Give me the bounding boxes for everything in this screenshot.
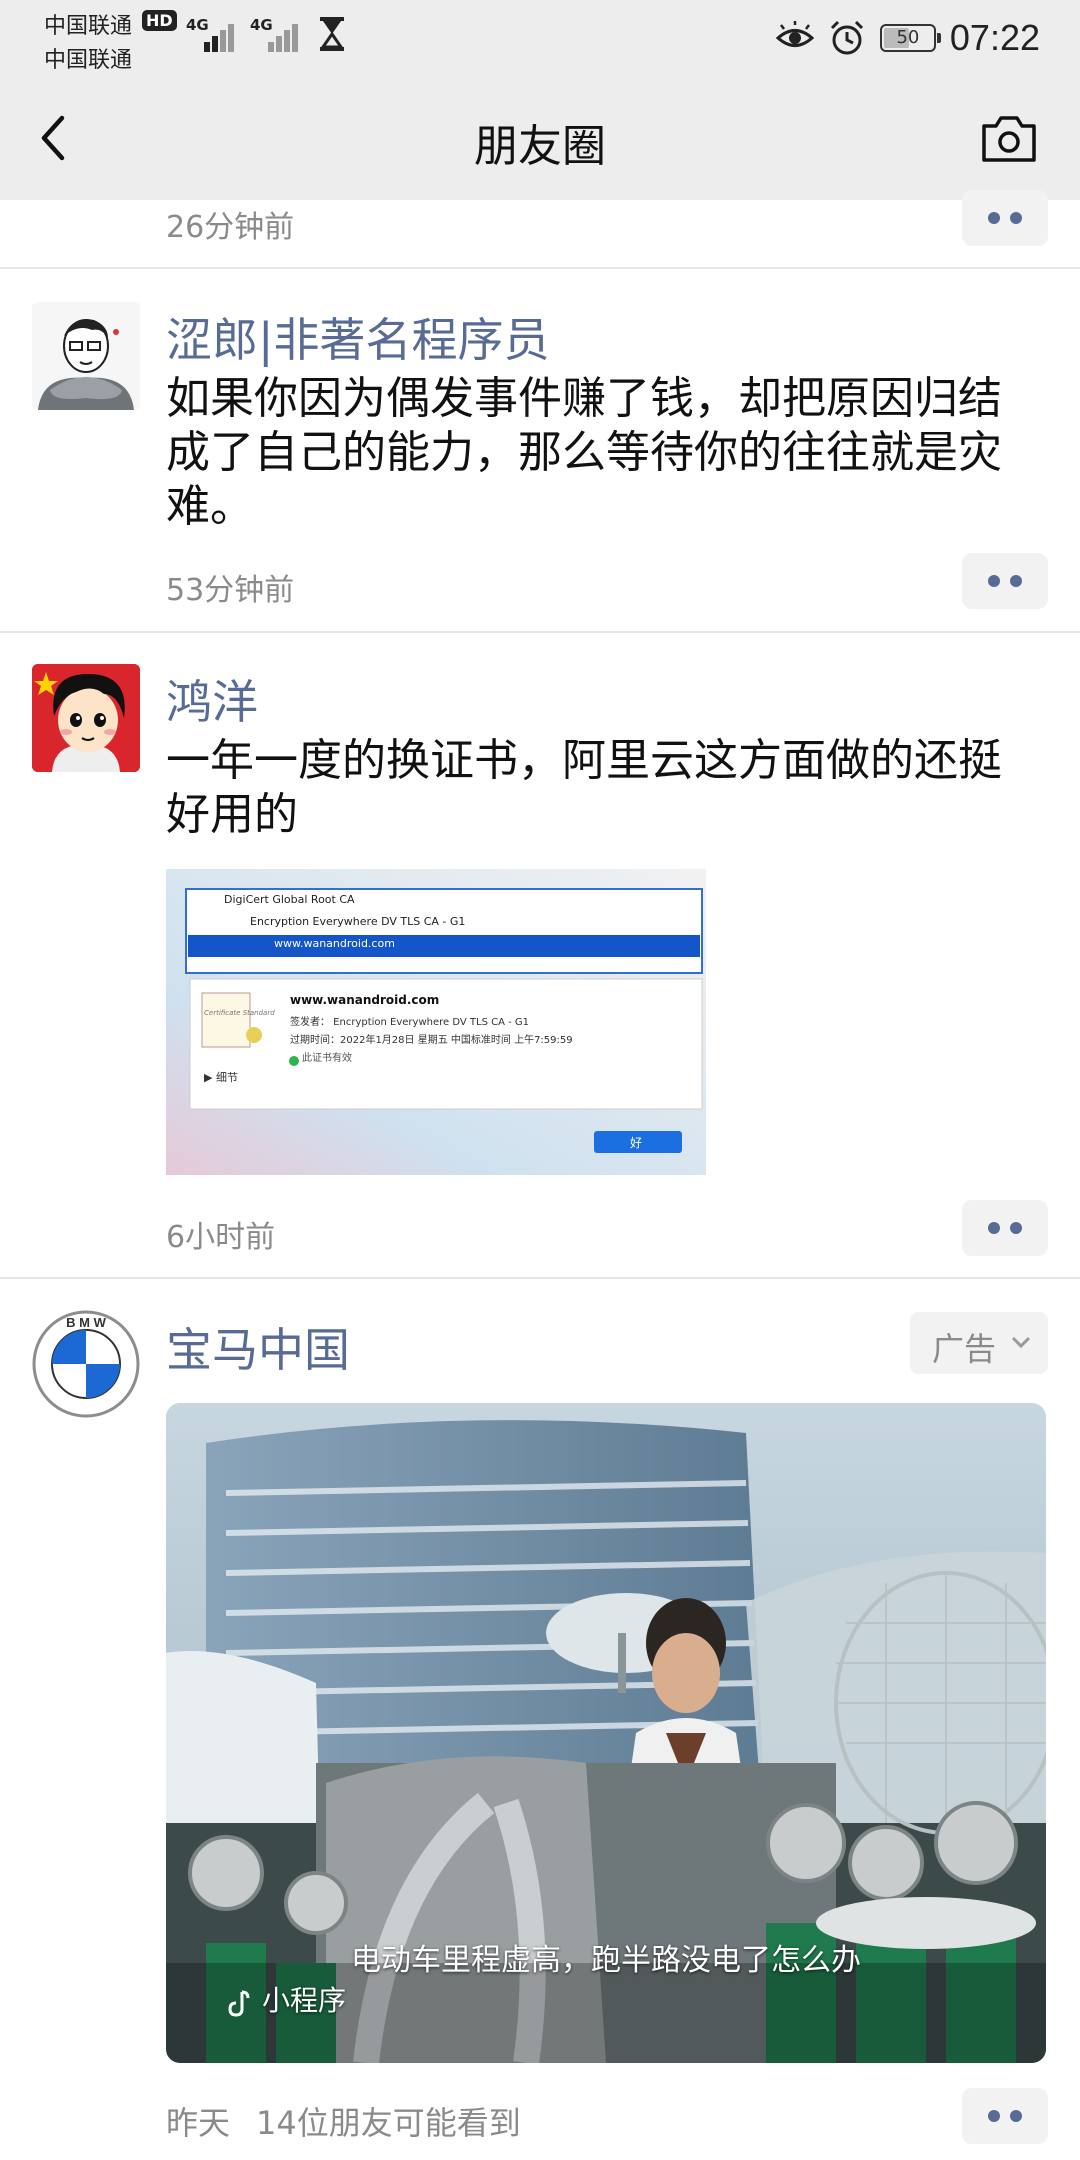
- cert-root: DigiCert Global Root CA: [224, 893, 355, 906]
- avatar-cartoon-icon: [32, 302, 140, 410]
- cert-details: ▶ 细节: [204, 1071, 238, 1084]
- post-text: 如果你因为偶发事件赚了钱，却把原因归结成了自己的能力，那么等待你的往往就是灾难。: [166, 373, 1002, 532]
- avatar[interactable]: [32, 302, 140, 410]
- post-timestamp: 6小时前: [166, 1220, 276, 1255]
- cert-leaf: www.wanandroid.com: [274, 937, 395, 950]
- clock: 07:22: [949, 17, 1040, 58]
- divider: [0, 1277, 1080, 1279]
- hd-badge: HD: [142, 10, 177, 31]
- ad-username[interactable]: 宝马中国: [166, 1314, 350, 1380]
- ad-video-thumbnail[interactable]: 电动车里程虚高，跑半路没电了怎么办 小程序: [166, 1403, 1046, 2063]
- battery-icon: 50: [879, 24, 941, 52]
- mini-program-icon: [228, 1990, 250, 2017]
- bmw-logo-text: B M W: [66, 1315, 106, 1330]
- ad-caption: 电动车里程虚高，跑半路没电了怎么办: [351, 1943, 861, 1978]
- hourglass-icon: [320, 17, 344, 51]
- avatar-cartoon-boy-icon: [32, 664, 140, 772]
- ad-timestamp: 昨天: [166, 2104, 231, 2142]
- cert-valid: 此证书有效: [302, 1053, 352, 1064]
- page-title: 朋友圈: [474, 121, 606, 172]
- alarm-icon: [830, 20, 863, 55]
- divider: [0, 631, 1080, 633]
- post-timestamp: 53分钟前: [166, 573, 295, 608]
- more-options-button[interactable]: [962, 1200, 1048, 1256]
- post-username[interactable]: 涩郎|非著名程序员: [166, 304, 550, 370]
- cert-detail-title: www.wanandroid.com: [290, 993, 440, 1007]
- status-right: 50 07:22: [775, 10, 1040, 66]
- carrier-2: 中国联通: [44, 48, 133, 73]
- avatar[interactable]: [32, 664, 140, 772]
- battery-level: 50: [896, 27, 920, 48]
- post-username[interactable]: 鸿洋: [166, 666, 258, 732]
- ad-visibility-text: 14位朋友可能看到: [256, 2104, 521, 2142]
- bmw-logo-icon: B M W: [32, 1310, 140, 1418]
- signal-bars-1-icon: [190, 18, 240, 52]
- cert-badge: Certificate Standard: [204, 1009, 275, 1017]
- more-options-button[interactable]: [962, 2088, 1048, 2144]
- divider: [0, 267, 1080, 269]
- cert-intermediate: Encryption Everywhere DV TLS CA - G1: [250, 915, 466, 928]
- camera-icon[interactable]: [980, 112, 1038, 164]
- cert-ok-button: 好: [630, 1136, 643, 1150]
- more-options-button[interactable]: [962, 190, 1048, 246]
- ad-label: 广告: [932, 1330, 997, 1368]
- post-timestamp: 26分钟前: [166, 210, 295, 245]
- signal-bars-2-icon: [254, 18, 304, 52]
- cert-issuer: 签发者： Encryption Everywhere DV TLS CA - G…: [290, 1017, 530, 1028]
- ad-label-button[interactable]: 广告: [910, 1312, 1048, 1374]
- eye-icon: [775, 21, 814, 47]
- post-image[interactable]: DigiCert Global Root CA Encryption Every…: [166, 869, 706, 1175]
- avatar[interactable]: B M W: [32, 1310, 140, 1418]
- mini-program-label: 小程序: [262, 1984, 347, 2017]
- chevron-down-icon: [1011, 1336, 1031, 1349]
- carrier-1: 中国联通: [44, 14, 133, 39]
- post-text: 一年一度的换证书，阿里云这方面做的还挺好用的: [166, 735, 1002, 840]
- more-options-button[interactable]: [962, 553, 1048, 609]
- status-bar: 中国联通 中国联通 HD 4G 4G 50 07:22: [0, 0, 1080, 76]
- top-bar: 中国联通 中国联通 HD 4G 4G 50 07:22 朋友圈: [0, 0, 1080, 200]
- cert-expiry: 过期时间：2022年1月28日 星期五 中国标准时间 上午7:59:59: [290, 1035, 573, 1046]
